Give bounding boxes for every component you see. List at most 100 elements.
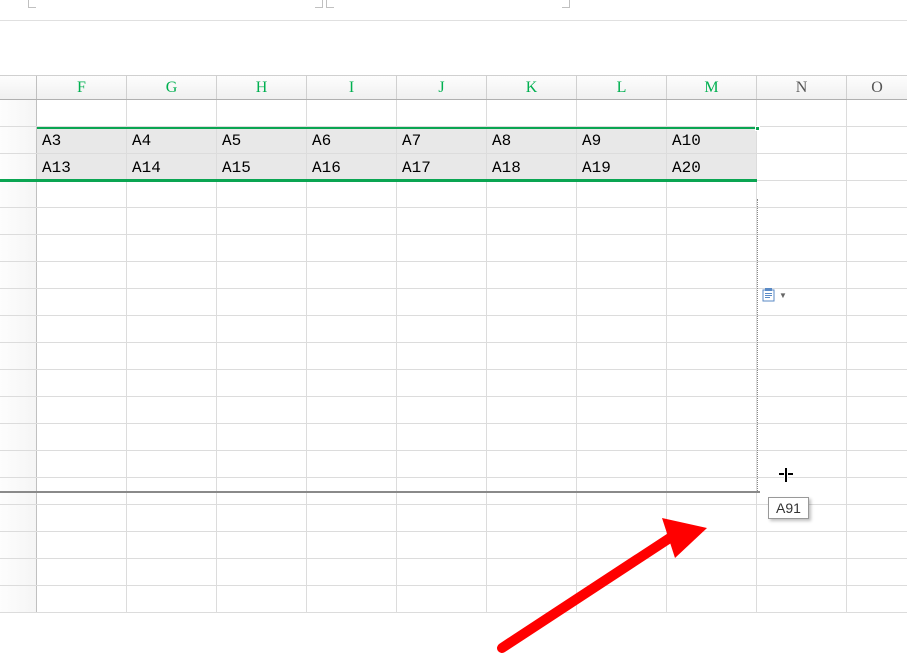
- cell[interactable]: A17: [397, 154, 487, 180]
- cell[interactable]: [127, 505, 217, 531]
- cell[interactable]: [487, 451, 577, 477]
- cell[interactable]: [397, 397, 487, 423]
- cell[interactable]: [757, 316, 847, 342]
- cell[interactable]: [127, 424, 217, 450]
- cell[interactable]: [667, 289, 757, 315]
- cell[interactable]: [397, 532, 487, 558]
- cell[interactable]: [577, 451, 667, 477]
- cell[interactable]: [487, 397, 577, 423]
- grid-row[interactable]: [0, 451, 907, 478]
- cell[interactable]: [127, 532, 217, 558]
- cell[interactable]: [217, 262, 307, 288]
- cell[interactable]: [667, 208, 757, 234]
- cell[interactable]: [217, 235, 307, 261]
- cell[interactable]: A7: [397, 127, 487, 153]
- cell[interactable]: [37, 289, 127, 315]
- cell[interactable]: [667, 235, 757, 261]
- cell[interactable]: A9: [577, 127, 667, 153]
- grid-row[interactable]: A3 A4 A5 A6 A7 A8 A9 A10: [0, 127, 907, 154]
- cell[interactable]: [667, 316, 757, 342]
- cell[interactable]: [667, 100, 757, 126]
- cell[interactable]: [577, 262, 667, 288]
- cell[interactable]: [577, 289, 667, 315]
- col-header-i[interactable]: I: [307, 76, 397, 99]
- cell[interactable]: [217, 370, 307, 396]
- cell[interactable]: [847, 100, 907, 126]
- row-header[interactable]: [0, 316, 37, 342]
- cell[interactable]: [577, 100, 667, 126]
- cell[interactable]: [397, 289, 487, 315]
- cell[interactable]: A6: [307, 127, 397, 153]
- row-header[interactable]: [0, 397, 37, 423]
- cell[interactable]: [397, 451, 487, 477]
- cell[interactable]: [757, 127, 847, 153]
- selection-handle[interactable]: [755, 126, 760, 131]
- cell[interactable]: [37, 370, 127, 396]
- cell[interactable]: [307, 235, 397, 261]
- paste-options-button[interactable]: ▼: [762, 286, 792, 304]
- row-header[interactable]: [0, 127, 37, 153]
- cell[interactable]: [847, 397, 907, 423]
- cell[interactable]: [37, 586, 127, 612]
- cell[interactable]: [667, 451, 757, 477]
- cell[interactable]: [757, 370, 847, 396]
- cell[interactable]: [307, 181, 397, 207]
- cell[interactable]: [847, 559, 907, 585]
- grid-row[interactable]: A13 A14 A15 A16 A17 A18 A19 A20: [0, 154, 907, 181]
- cell[interactable]: [757, 154, 847, 180]
- cell[interactable]: [577, 370, 667, 396]
- cell[interactable]: [667, 532, 757, 558]
- cell[interactable]: [397, 316, 487, 342]
- cell[interactable]: [397, 343, 487, 369]
- cell[interactable]: [487, 343, 577, 369]
- cell[interactable]: [307, 208, 397, 234]
- cell[interactable]: [847, 451, 907, 477]
- cell[interactable]: [307, 316, 397, 342]
- grid-row[interactable]: [0, 586, 907, 613]
- cell[interactable]: [37, 505, 127, 531]
- col-header-g[interactable]: G: [127, 76, 217, 99]
- grid-row[interactable]: [0, 316, 907, 343]
- cell[interactable]: [847, 289, 907, 315]
- cell[interactable]: [217, 451, 307, 477]
- cell[interactable]: [847, 181, 907, 207]
- cell[interactable]: [397, 100, 487, 126]
- cell[interactable]: [217, 100, 307, 126]
- cell[interactable]: [37, 208, 127, 234]
- cell[interactable]: [217, 424, 307, 450]
- cell[interactable]: [307, 370, 397, 396]
- cell[interactable]: [667, 262, 757, 288]
- row-header[interactable]: [0, 343, 37, 369]
- cell[interactable]: [307, 100, 397, 126]
- cell[interactable]: [757, 235, 847, 261]
- cell[interactable]: [577, 586, 667, 612]
- cell[interactable]: [397, 505, 487, 531]
- cell[interactable]: [757, 343, 847, 369]
- cell[interactable]: [127, 397, 217, 423]
- cell[interactable]: [397, 586, 487, 612]
- row-header[interactable]: [0, 559, 37, 585]
- cell[interactable]: A14: [127, 154, 217, 180]
- cell[interactable]: [127, 451, 217, 477]
- cell[interactable]: [757, 181, 847, 207]
- row-header[interactable]: [0, 532, 37, 558]
- cell[interactable]: [847, 262, 907, 288]
- grid-row[interactable]: [0, 100, 907, 127]
- cell[interactable]: A4: [127, 127, 217, 153]
- cell[interactable]: [487, 262, 577, 288]
- cell[interactable]: [847, 478, 907, 504]
- cell[interactable]: [127, 235, 217, 261]
- cell[interactable]: [577, 343, 667, 369]
- grid-row[interactable]: [0, 262, 907, 289]
- cell[interactable]: [577, 397, 667, 423]
- cell[interactable]: [577, 505, 667, 531]
- cell[interactable]: [37, 262, 127, 288]
- cell[interactable]: [217, 505, 307, 531]
- cell[interactable]: [847, 127, 907, 153]
- cell[interactable]: [847, 208, 907, 234]
- cell[interactable]: [487, 208, 577, 234]
- cell[interactable]: [847, 370, 907, 396]
- cell[interactable]: [847, 316, 907, 342]
- cell[interactable]: [307, 505, 397, 531]
- grid-row[interactable]: [0, 343, 907, 370]
